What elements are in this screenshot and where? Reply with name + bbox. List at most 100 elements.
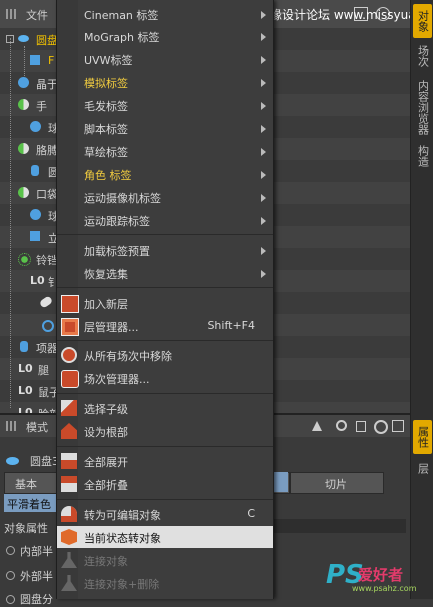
expand-icon[interactable] xyxy=(6,35,14,43)
null-object-icon: L0 xyxy=(30,274,45,287)
menu-item-layer-manager[interactable]: 层管理器... Shift+F4 xyxy=(57,315,273,337)
menu-item-add-new-layer[interactable]: 加入新层 xyxy=(57,292,273,314)
add-layer-icon xyxy=(61,295,79,313)
menu-item-set-as-root[interactable]: 设为根部 xyxy=(57,420,273,442)
grid-icon[interactable] xyxy=(6,421,16,431)
current-state-icon xyxy=(61,529,77,545)
menu-item-current-state-to-object[interactable]: 当前状态转对象 xyxy=(57,526,273,548)
submenu-arrow-icon xyxy=(261,148,266,156)
tree-row[interactable]: L0 腿 xyxy=(0,358,56,380)
submenu-arrow-icon xyxy=(261,247,266,255)
menu-item-hair-tags[interactable]: 毛发标签 xyxy=(57,94,273,116)
tab-content-browser[interactable]: 内容浏览器 xyxy=(413,76,432,138)
tree-row[interactable] xyxy=(0,292,56,314)
right-vertical-tabs: 对象 场次 内容浏览器 构造 属性 层 xyxy=(410,0,433,599)
tree-row[interactable]: L0 鼠子 xyxy=(0,380,60,402)
symmetry-object-icon xyxy=(18,99,29,110)
arrow-up-icon[interactable] xyxy=(312,421,322,431)
expand-all-icon xyxy=(61,453,77,469)
lock-icon[interactable] xyxy=(356,421,366,432)
tree-row[interactable]: 晶于 xyxy=(0,72,58,94)
tab-layers[interactable]: 层 xyxy=(413,458,432,478)
symmetry-object-icon xyxy=(18,143,29,154)
new-panel-icon[interactable] xyxy=(392,420,404,432)
tab-basic-active-end xyxy=(272,472,288,492)
menu-item-character-tags[interactable]: 角色 标签 xyxy=(57,163,273,185)
menu-item-remove-from-all-takes[interactable]: 从所有场次中移除 xyxy=(57,344,273,366)
disc-object-icon xyxy=(18,35,29,42)
tree-row[interactable]: 球 xyxy=(0,204,59,226)
menu-item-script-tags[interactable]: 脚本标签 xyxy=(57,117,273,139)
tree-row[interactable]: 立 xyxy=(0,226,59,248)
tree-row[interactable]: 胳膊 xyxy=(0,138,58,160)
radio-icon[interactable] xyxy=(6,546,15,555)
cube-object-icon xyxy=(30,55,40,65)
target-icon[interactable] xyxy=(374,420,388,434)
disc-object-icon xyxy=(6,457,19,465)
sphere-object-icon xyxy=(30,121,41,132)
context-menu: Cineman 标签 MoGraph 标签 UVW标签 模拟标签 毛发标签 脚本… xyxy=(56,0,274,599)
select-children-icon xyxy=(61,400,77,416)
menu-item-uvw-tags[interactable]: UVW标签 xyxy=(57,48,273,70)
tree-row[interactable]: 项器 xyxy=(0,336,58,358)
tree-row[interactable]: 圆 xyxy=(0,160,59,182)
radio-icon[interactable] xyxy=(6,595,15,604)
menu-item-load-tag-preset[interactable]: 加载标签预置 xyxy=(57,239,273,261)
tree-row[interactable]: 球 xyxy=(0,116,59,138)
menu-item-select-children[interactable]: 选择子级 xyxy=(57,397,273,419)
tree-row[interactable]: L0 钅 xyxy=(0,270,59,292)
menu-item-sketch-tags[interactable]: 草绘标签 xyxy=(57,140,273,162)
tree-row[interactable] xyxy=(0,314,56,336)
make-editable-icon xyxy=(61,506,77,522)
menu-item-motion-camera-tags[interactable]: 运动摄像机标签 xyxy=(57,186,273,208)
menu-separator xyxy=(57,287,273,288)
watermark-logo: PS 爱好者 www.psahz.com xyxy=(326,560,417,593)
null-object-icon: L0 xyxy=(18,384,33,397)
submenu-arrow-icon xyxy=(261,270,266,278)
grid-icon[interactable] xyxy=(6,9,16,19)
tree-row[interactable]: F xyxy=(0,50,56,72)
sphere-object-icon xyxy=(18,77,29,88)
tab-objects[interactable]: 对象 xyxy=(413,4,432,38)
connect-icon xyxy=(61,552,77,568)
tree-row[interactable]: 圆盘 xyxy=(0,28,58,50)
tree-row[interactable]: 口袋 xyxy=(0,182,58,204)
radio-icon[interactable] xyxy=(6,571,15,580)
submenu-arrow-icon xyxy=(261,194,266,202)
take-manager-icon xyxy=(61,370,79,388)
file-menu[interactable]: 文件 xyxy=(26,7,48,23)
tab-structure[interactable]: 构造 xyxy=(413,142,432,170)
submenu-arrow-icon xyxy=(261,79,266,87)
submenu-arrow-icon xyxy=(261,171,266,179)
menu-item-cineman-tags[interactable]: Cineman 标签 xyxy=(57,3,273,25)
tab-attributes[interactable]: 属性 xyxy=(413,420,432,454)
menu-item-connect-delete: 连接对象+删除 xyxy=(57,572,273,594)
take-remove-icon xyxy=(61,347,77,363)
menu-item-mograph-tags[interactable]: MoGraph 标签 xyxy=(57,25,273,47)
capsule-object-icon xyxy=(38,295,54,309)
cloner-object-icon xyxy=(18,253,31,266)
symmetry-object-icon xyxy=(18,187,29,198)
connect-delete-icon xyxy=(61,575,77,591)
submenu-arrow-icon xyxy=(261,56,266,64)
submenu-arrow-icon xyxy=(261,102,266,110)
menu-item-collapse-all[interactable]: 全部折叠 xyxy=(57,473,273,495)
tree-row[interactable]: 手 xyxy=(0,94,56,116)
tab-takes[interactable]: 场次 xyxy=(413,42,432,70)
menu-item-expand-all[interactable]: 全部展开 xyxy=(57,450,273,472)
search-icon[interactable] xyxy=(336,420,347,431)
menu-item-restore-selection[interactable]: 恢复选集 xyxy=(57,262,273,284)
menu-separator xyxy=(57,499,273,500)
menu-item-motion-tracker-tags[interactable]: 运动跟踪标签 xyxy=(57,209,273,231)
menu-item-take-manager[interactable]: 场次管理器... xyxy=(57,367,273,389)
tab-smooth-shading[interactable]: 平滑着色 xyxy=(4,494,56,512)
menu-item-simulation-tags[interactable]: 模拟标签 xyxy=(57,71,273,93)
tree-row[interactable]: 铃铛 xyxy=(0,248,58,270)
tree-row[interactable]: L0 脸部 xyxy=(0,402,60,421)
menu-item-make-editable[interactable]: 转为可编辑对象 C xyxy=(57,503,273,525)
cylinder-object-icon xyxy=(20,341,28,352)
cube-object-icon xyxy=(30,231,40,241)
tab-slice[interactable]: 切片 xyxy=(290,472,384,494)
submenu-arrow-icon xyxy=(261,33,266,41)
mode-menu[interactable]: 模式 xyxy=(26,419,48,435)
